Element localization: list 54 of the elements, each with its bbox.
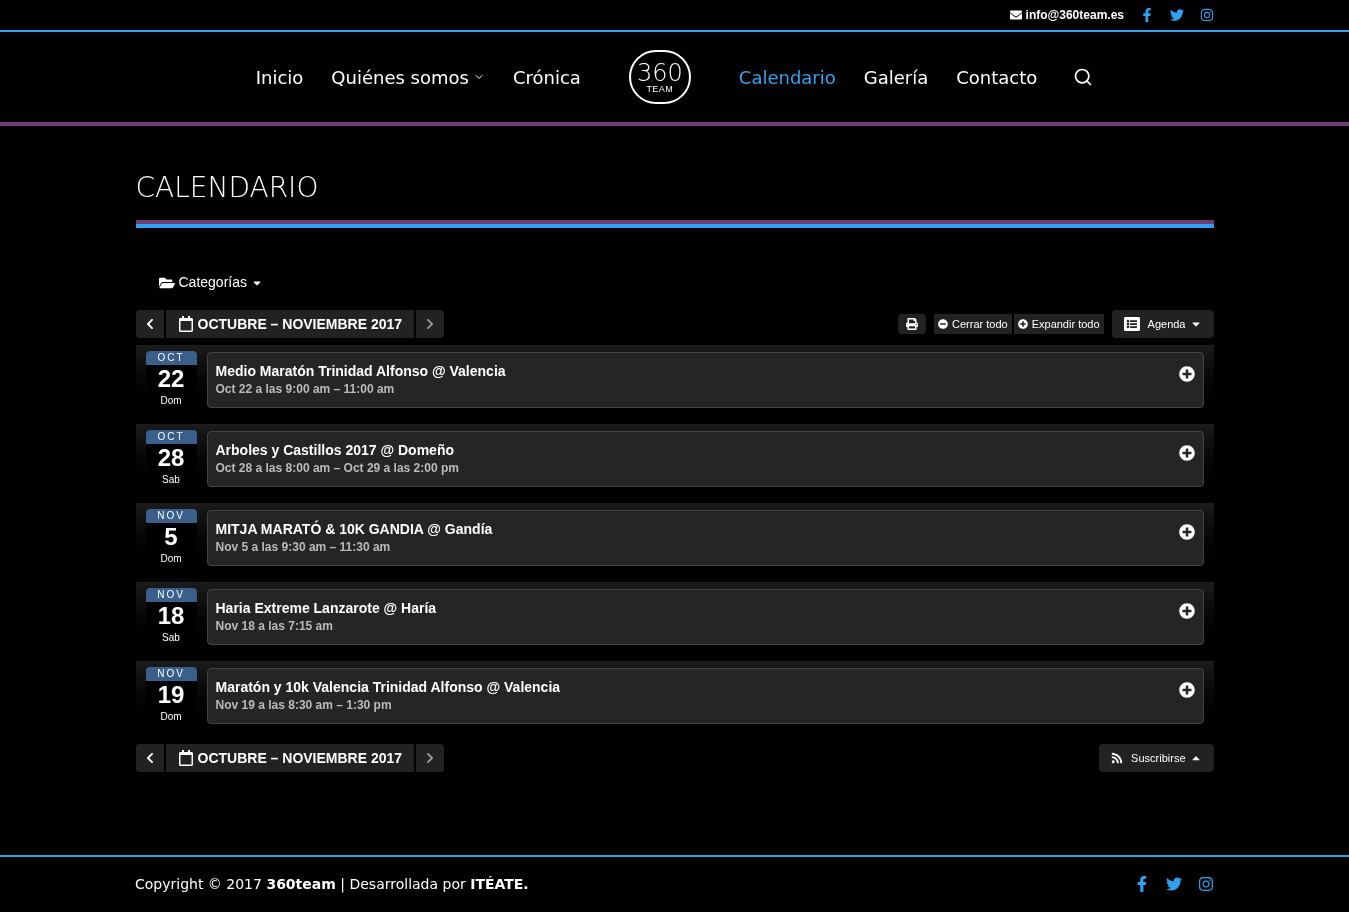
list-icon [1123, 316, 1140, 332]
nav-link[interactable]: Crónica [512, 63, 581, 91]
twitter-icon[interactable] [1166, 876, 1182, 892]
view-dropdown[interactable]: Agenda [1111, 310, 1214, 338]
expand-icon[interactable] [1178, 682, 1195, 698]
email-icon [1009, 9, 1022, 21]
expand-icon[interactable] [1178, 366, 1195, 382]
expand-icon[interactable] [1178, 524, 1195, 540]
expand-all-button[interactable]: Expandir todo [1013, 314, 1104, 334]
event-card[interactable]: MITJA MARATÓ & 10K GANDIA @ Gandía Nov 5 a las 9:30 am – 11:30 am [206, 510, 1204, 566]
collapse-all-button[interactable]: Cerrar todo [934, 314, 1012, 334]
logo[interactable]: 360 TEAM [628, 50, 691, 104]
event-card[interactable]: Medio Maratón Trinidad Alfonso @ Valencia Oct 22 a las 9:00 am – 11:00 am [206, 352, 1204, 408]
twitter-icon[interactable] [1170, 8, 1184, 22]
print-icon [906, 318, 919, 330]
event-title: Medio Maratón Trinidad Alfonso @ Valencia [215, 362, 506, 380]
date-range-button[interactable]: OCTUBRE – NOVIEMBRE 2017 [165, 744, 415, 772]
nav-link[interactable]: Galería [863, 63, 929, 91]
event-card[interactable]: Maratón y 10k Valencia Trinidad Alfonso @ Valencia Nov 19 a las 8:30 am – 1:30 pm [206, 668, 1204, 724]
rss-icon [1111, 752, 1124, 764]
next-button[interactable] [416, 310, 445, 338]
event-title: Haria Extreme Lanzarote @ Haría [215, 599, 437, 617]
event-card[interactable]: Haria Extreme Lanzarote @ Haría Nov 18 a las 7:15 am [206, 589, 1204, 645]
nav-link[interactable]: Quiénes somos [331, 63, 485, 91]
nav-link[interactable]: Inicio [255, 63, 304, 91]
nav-link[interactable]: Calendario [738, 63, 836, 91]
previous-button[interactable] [135, 744, 164, 772]
event-time: Oct 22 a las 9:00 am – 11:00 am [215, 381, 396, 398]
instagram-icon[interactable] [1200, 8, 1214, 22]
search-icon[interactable] [1073, 67, 1094, 87]
event-time: Nov 5 a las 9:30 am – 11:30 am [215, 539, 392, 556]
next-button[interactable] [416, 744, 445, 772]
previous-button[interactable] [135, 310, 164, 338]
calendar-icon [177, 750, 194, 766]
facebook-icon[interactable] [1140, 8, 1154, 22]
page-title: CALENDARIO [135, 172, 320, 204]
nav-link[interactable]: Contacto [956, 63, 1038, 91]
event-title: MITJA MARATÓ & 10K GANDIA @ Gandía [215, 520, 493, 538]
event-title: Maratón y 10k Valencia Trinidad Alfonso @ Valencia [215, 678, 561, 696]
event-card[interactable]: Arboles y Castillos 2017 @ Domeño Oct 28 a las 8:00 am – Oct 29 a las 2:00 pm [206, 431, 1204, 487]
copyright-text: Copyright © 2017 360team | Desarrollada por ITÉATE. [135, 874, 529, 895]
email-link[interactable]: info@360team.es [1025, 6, 1124, 24]
categories-dropdown[interactable]: Categorías [158, 272, 263, 293]
event-time: Nov 18 a las 7:15 am [215, 618, 334, 635]
date-range-button[interactable]: OCTUBRE – NOVIEMBRE 2017 [165, 310, 415, 338]
event-time: Nov 19 a las 8:30 am – 1:30 pm [215, 697, 393, 714]
print-button[interactable] [898, 314, 927, 334]
subscribe-dropdown[interactable]: Suscribirse [1099, 744, 1214, 772]
expand-icon[interactable] [1178, 445, 1195, 461]
calendar-icon [177, 316, 194, 332]
expand-icon[interactable] [1178, 603, 1195, 619]
instagram-icon[interactable] [1198, 876, 1214, 892]
event-time: Oct 28 a las 8:00 am – Oct 29 a las 2:00 pm [215, 460, 459, 477]
event-title: Arboles y Castillos 2017 @ Domeño [215, 441, 455, 459]
